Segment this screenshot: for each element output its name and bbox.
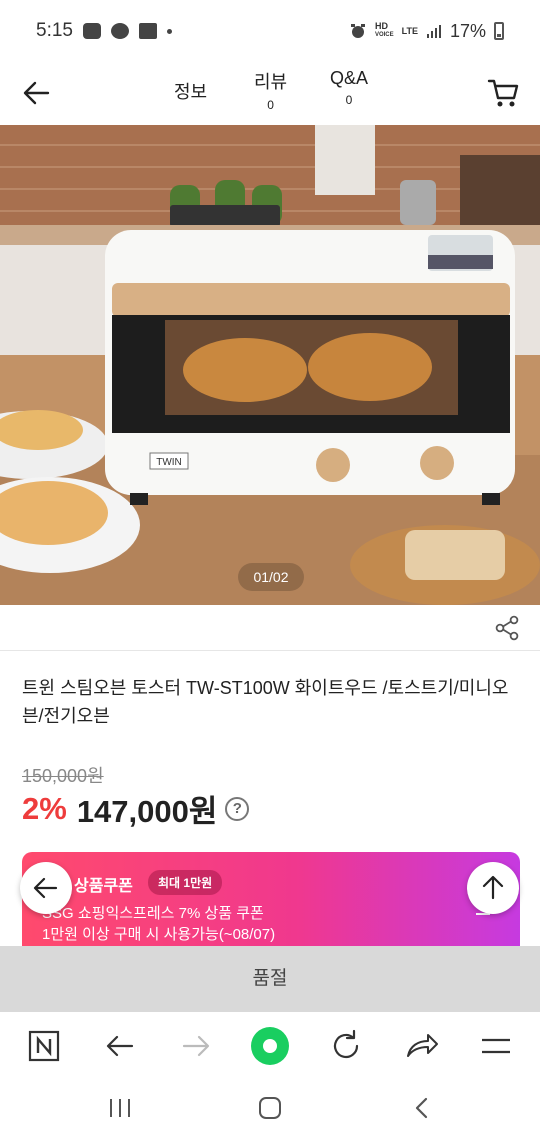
coupon-max-badge: 최대 1만원 xyxy=(148,870,223,895)
back-button[interactable] xyxy=(18,74,56,112)
tab-qa[interactable]: Q&A 0 xyxy=(330,68,368,107)
browser-back-icon[interactable] xyxy=(100,1026,140,1066)
voicemail-icon xyxy=(138,23,157,39)
coupon-banner[interactable]: 상품쿠폰 최대 1만원 SSG 쇼핑익스프레스 7% 상품 쿠폰 1만원 이상 … xyxy=(22,852,520,946)
share-icon[interactable] xyxy=(494,615,520,641)
battery-percent: 17% xyxy=(449,20,486,41)
coupon-title: 상품쿠폰 xyxy=(74,878,133,895)
refresh-icon[interactable] xyxy=(326,1026,366,1066)
cart-icon[interactable] xyxy=(486,74,522,110)
status-bar: 5:15 HD VOICE LTE 17% xyxy=(0,0,540,62)
product-image[interactable]: TWIN 01/02 xyxy=(0,125,540,605)
forward-share-icon[interactable] xyxy=(402,1026,442,1066)
coupon-condition: 1만원 이상 구매 시 사용가능(~08/07) xyxy=(42,926,276,943)
signal-icon xyxy=(426,25,441,38)
talk-icon xyxy=(110,23,129,39)
arrow-left-icon xyxy=(33,877,58,899)
product-title: 트윈 스팀오븐 토스터 TW-ST100W 화이트우드 /토스트기/미니오븐/전… xyxy=(22,678,509,726)
oven-brand-label: TWIN xyxy=(156,457,182,468)
hd-indicator: HD xyxy=(374,21,388,31)
tab-qa-label: Q&A xyxy=(330,68,369,88)
coupon-description: SSG 쇼핑익스프레스 7% 상품 쿠폰 xyxy=(42,905,264,922)
browser-forward-icon[interactable] xyxy=(176,1026,216,1066)
system-navigation-bar xyxy=(0,1078,540,1140)
image-counter: 01/02 xyxy=(238,563,304,591)
more-notifications-dot xyxy=(166,28,172,34)
tab-review-count: 0 xyxy=(267,98,274,112)
tab-review-label: 리뷰 xyxy=(254,72,288,92)
product-photo: TWIN xyxy=(0,125,540,605)
green-circle-icon[interactable] xyxy=(250,1026,290,1066)
sale-price: 147,000원 xyxy=(76,794,218,829)
lte-indicator: LTE xyxy=(401,25,418,36)
help-icon[interactable]: ? xyxy=(225,796,250,821)
alarm-icon xyxy=(350,24,365,38)
naver-n-icon[interactable] xyxy=(24,1026,64,1066)
voice-indicator: VOICE xyxy=(374,32,394,38)
app-header: 정보 리뷰 0 Q&A 0 xyxy=(0,62,540,124)
tab-info-label: 정보 xyxy=(174,82,208,102)
message-icon xyxy=(82,23,101,39)
share-row xyxy=(0,605,540,651)
arrow-up-icon xyxy=(482,875,504,900)
discount-rate: 2% xyxy=(22,790,67,826)
hamburger-icon[interactable] xyxy=(476,1026,516,1066)
original-price: 150,000원 xyxy=(22,766,104,786)
tab-info[interactable]: 정보 xyxy=(174,78,207,104)
recent-apps-icon[interactable] xyxy=(106,1096,134,1120)
system-back-icon[interactable] xyxy=(408,1096,436,1120)
scroll-to-top-button[interactable] xyxy=(467,862,519,914)
price-row: 2% 147,000원 ? xyxy=(22,786,250,831)
tab-qa-count: 0 xyxy=(345,93,353,107)
tab-review[interactable]: 리뷰 0 xyxy=(254,68,287,112)
home-icon[interactable] xyxy=(256,1096,284,1120)
battery-icon xyxy=(494,22,504,40)
soldout-button[interactable]: 품절 xyxy=(0,946,540,1012)
browser-toolbar xyxy=(0,1012,540,1078)
status-time: 5:15 xyxy=(36,20,73,41)
floating-back-button[interactable] xyxy=(20,862,72,914)
